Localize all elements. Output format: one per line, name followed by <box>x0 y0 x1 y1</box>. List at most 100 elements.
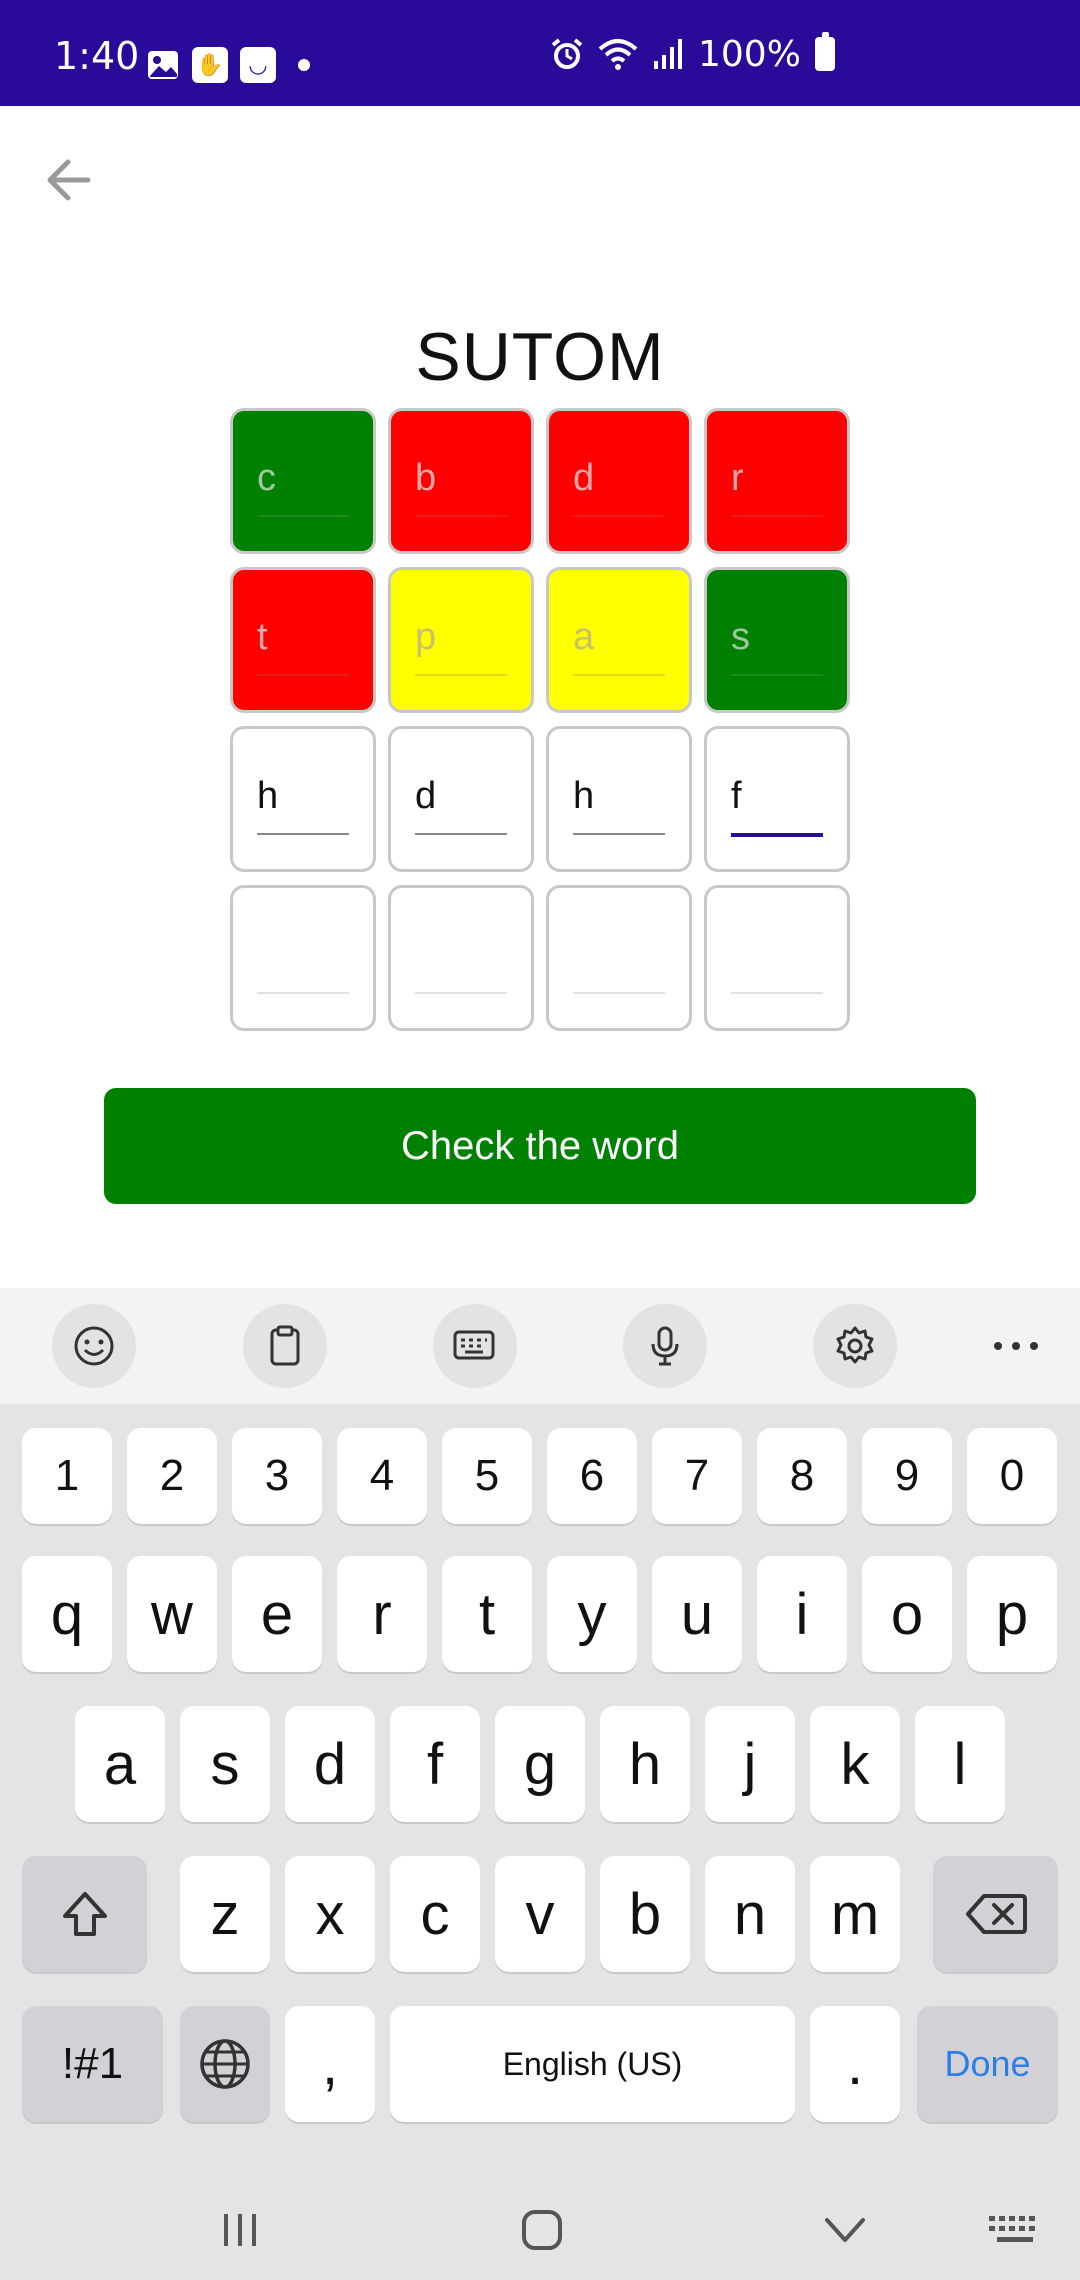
shift-key[interactable] <box>22 1856 147 1972</box>
key[interactable]: a <box>75 1706 165 1822</box>
navigation-bar <box>0 2180 1080 2280</box>
cell-letter: c <box>257 457 276 499</box>
space-key[interactable]: English (US) <box>390 2006 795 2122</box>
key[interactable]: 1 <box>22 1428 112 1524</box>
key[interactable]: 7 <box>652 1428 742 1524</box>
key[interactable]: g <box>495 1706 585 1822</box>
key[interactable]: m <box>810 1856 900 1972</box>
backspace-key[interactable] <box>933 1856 1058 1972</box>
signal-icon <box>654 39 682 69</box>
key[interactable]: v <box>495 1856 585 1972</box>
key[interactable]: 6 <box>547 1428 637 1524</box>
chevron-down-icon <box>825 2218 865 2242</box>
grid-cell: b <box>388 408 534 554</box>
key[interactable]: 5 <box>442 1428 532 1524</box>
check-word-button[interactable]: Check the word <box>104 1088 976 1204</box>
letter-input[interactable]: h <box>546 726 692 872</box>
cell-letter: a <box>573 616 595 658</box>
language-key[interactable] <box>180 2006 270 2122</box>
keyboard-icon <box>453 1330 495 1360</box>
letter-input[interactable] <box>388 885 534 1031</box>
recents-icon <box>224 2214 256 2246</box>
keyboard-switch-button[interactable] <box>980 2202 1050 2258</box>
key[interactable]: i <box>757 1556 847 1672</box>
key[interactable]: 4 <box>337 1428 427 1524</box>
key[interactable]: e <box>232 1556 322 1672</box>
key[interactable]: w <box>127 1556 217 1672</box>
keyboard-settings-button[interactable] <box>813 1304 897 1388</box>
cell-letter: d <box>415 775 437 817</box>
key[interactable]: n <box>705 1856 795 1972</box>
clipboard-icon <box>270 1325 300 1366</box>
microphone-icon <box>651 1326 679 1366</box>
key[interactable]: j <box>705 1706 795 1822</box>
key[interactable]: p <box>967 1556 1057 1672</box>
cell-letter: t <box>257 616 268 658</box>
key[interactable]: u <box>652 1556 742 1672</box>
soft-keyboard: 1 2 3 4 5 6 7 8 9 0 q w e r t y u i o p … <box>0 1288 1080 2280</box>
keyboard-mode-button[interactable] <box>433 1304 517 1388</box>
status-bar: 1:40 ✋ ◡ 100% <box>0 0 1080 106</box>
grid-cell: c <box>230 408 376 554</box>
key[interactable]: x <box>285 1856 375 1972</box>
key[interactable]: b <box>600 1856 690 1972</box>
battery-percent: 100% <box>698 33 801 75</box>
grid-cell: t <box>230 567 376 713</box>
clipboard-button[interactable] <box>243 1304 327 1388</box>
grid-cell: s <box>704 567 850 713</box>
settings-icon <box>836 1326 874 1364</box>
smile-icon: ◡ <box>240 47 276 83</box>
key[interactable]: 0 <box>967 1428 1057 1524</box>
key[interactable]: f <box>390 1706 480 1822</box>
grid-cell: d <box>546 408 692 554</box>
hide-keyboard-button[interactable] <box>810 2202 880 2258</box>
toolbar-more-button[interactable] <box>976 1316 1056 1376</box>
key[interactable]: k <box>810 1706 900 1822</box>
period-key[interactable]: . <box>810 2006 900 2122</box>
letter-input[interactable]: h <box>230 726 376 872</box>
key[interactable]: c <box>390 1856 480 1972</box>
shift-icon <box>62 1892 107 1936</box>
emoji-icon <box>74 1326 114 1366</box>
symbols-key[interactable]: !#1 <box>22 2006 163 2122</box>
key[interactable]: 3 <box>232 1428 322 1524</box>
key[interactable]: r <box>337 1556 427 1672</box>
comma-key[interactable]: , <box>285 2006 375 2122</box>
key[interactable]: d <box>285 1706 375 1822</box>
recents-button[interactable] <box>205 2202 275 2258</box>
key[interactable]: 8 <box>757 1428 847 1524</box>
key[interactable]: t <box>442 1556 532 1672</box>
key[interactable]: h <box>600 1706 690 1822</box>
emoji-button[interactable] <box>52 1304 136 1388</box>
letter-input[interactable]: d <box>388 726 534 872</box>
done-key[interactable]: Done <box>917 2006 1058 2122</box>
letter-input[interactable] <box>230 885 376 1031</box>
key[interactable]: q <box>22 1556 112 1672</box>
keyboard-small-icon <box>989 2216 1035 2242</box>
back-button[interactable] <box>40 150 104 210</box>
key[interactable]: s <box>180 1706 270 1822</box>
letter-input[interactable] <box>546 885 692 1031</box>
more-notifications-dot <box>298 59 310 71</box>
letter-input-focused[interactable]: f <box>704 726 850 872</box>
wifi-icon <box>598 39 638 70</box>
key[interactable]: y <box>547 1556 637 1672</box>
status-time: 1:40 <box>54 34 140 78</box>
cell-letter: p <box>415 616 437 658</box>
key[interactable]: z <box>180 1856 270 1972</box>
key[interactable]: 9 <box>862 1428 952 1524</box>
letter-input[interactable] <box>704 885 850 1031</box>
home-button[interactable] <box>507 2202 577 2258</box>
voice-input-button[interactable] <box>623 1304 707 1388</box>
cell-letter: f <box>731 775 742 817</box>
more-icon <box>994 1342 1038 1350</box>
key[interactable]: 2 <box>127 1428 217 1524</box>
key[interactable]: l <box>915 1706 1005 1822</box>
globe-icon <box>200 2039 250 2089</box>
key[interactable]: o <box>862 1556 952 1672</box>
cell-letter: s <box>731 616 750 658</box>
word-grid: c b d r t p a s h d h f <box>230 408 852 1031</box>
alarm-icon <box>551 38 583 69</box>
cell-letter: b <box>415 457 437 499</box>
battery-icon <box>814 32 835 71</box>
